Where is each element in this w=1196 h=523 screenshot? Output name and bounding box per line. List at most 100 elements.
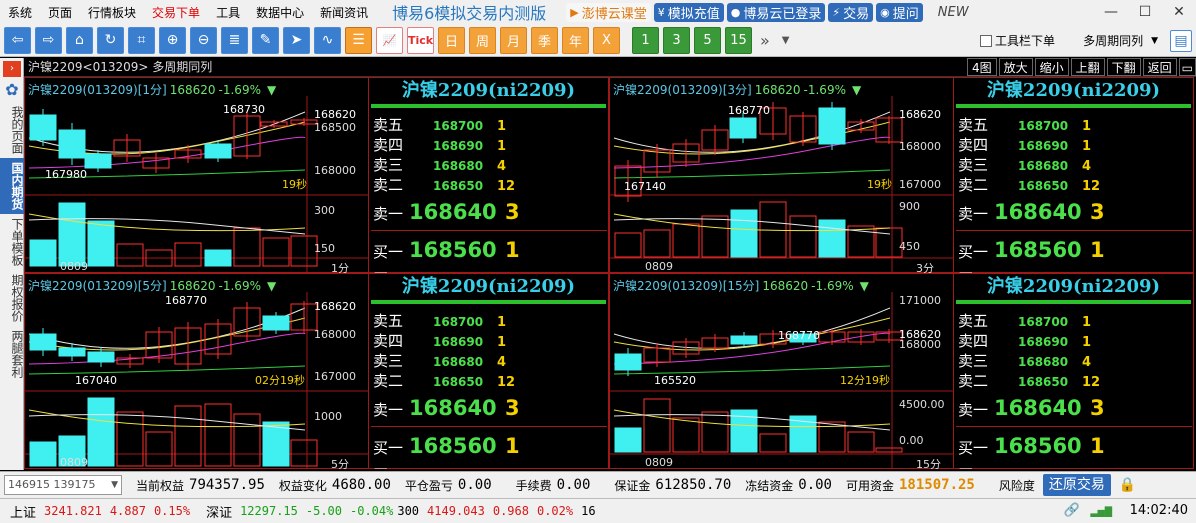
ask-row[interactable]: 卖三 168680 4: [958, 350, 1188, 370]
menu-trade-order[interactable]: 交易下单: [144, 4, 208, 21]
toolbar-order-checkbox[interactable]: [980, 34, 993, 47]
multi-period-dropdown-icon[interactable]: ▼: [1151, 36, 1158, 46]
restore-trade-button[interactable]: 还原交易: [1042, 474, 1111, 496]
period-year-button[interactable]: 年: [562, 26, 589, 54]
period-month-button[interactable]: 月: [500, 26, 527, 54]
period-quarter-button[interactable]: 季: [531, 26, 558, 54]
ask-row[interactable]: 卖五 168700 1: [373, 114, 603, 134]
cloud-class-link[interactable]: ▶ 澎博云课堂: [566, 2, 651, 22]
period-day-button[interactable]: 日: [438, 26, 465, 54]
candlestick-chart[interactable]: 沪镍2209(013209)[3分] 168620 -1.69% ▼ 168620 168…: [609, 77, 955, 273]
quote-level-price: 168640: [994, 200, 1082, 224]
period-1min-button[interactable]: 1: [632, 26, 659, 54]
quote-title[interactable]: 沪镍2209(ni2209): [369, 78, 608, 104]
ask-row[interactable]: 卖二 168650 12: [373, 370, 603, 390]
close-icon[interactable]: ✕: [1162, 0, 1196, 24]
candlestick-chart[interactable]: 沪镍2209(013209)[5分] 168620 -1.69% ▼ 168620 168…: [24, 273, 370, 469]
ask-question-button[interactable]: ◉ 提问: [876, 2, 923, 22]
line-chart-icon[interactable]: 📈: [376, 26, 403, 54]
sidebar-item-two-leg-arbitrage[interactable]: 两腿套利: [0, 326, 24, 382]
period-3min-button[interactable]: 3: [663, 26, 690, 54]
ask-row[interactable]: 卖二 168650 12: [958, 174, 1188, 194]
menu-market-sector[interactable]: 行情板块: [80, 4, 144, 21]
menu-tools[interactable]: 工具: [208, 4, 248, 21]
ask-row[interactable]: 卖一 168640 3: [373, 200, 603, 228]
ask-row[interactable]: 卖一 168640 3: [958, 200, 1188, 228]
bid-row[interactable]: 买二168550: [373, 464, 603, 469]
sidebar-item-domestic-futures[interactable]: 国内期货: [0, 158, 24, 214]
quote-title[interactable]: 沪镍2209(ni2209): [369, 274, 608, 300]
return-button[interactable]: 返回: [1142, 58, 1177, 76]
page-down-button[interactable]: 下翻: [1106, 58, 1141, 76]
zoom-in-icon[interactable]: ⊕: [159, 26, 186, 54]
draw-pen-icon[interactable]: ✎: [252, 26, 279, 54]
ask-row[interactable]: 卖四 168690 1: [373, 134, 603, 154]
expand-arrow-icon[interactable]: ›: [3, 61, 21, 77]
refresh-icon[interactable]: ↻: [97, 26, 124, 54]
quote-title[interactable]: 沪镍2209(ni2209): [954, 78, 1193, 104]
ask-row[interactable]: 卖五 168700 1: [373, 310, 603, 330]
x-axis-label: 0809: [60, 260, 88, 273]
dropdown-arrow-icon[interactable]: ▼: [782, 35, 790, 46]
candlestick-chart[interactable]: 沪镍2209(013209)[15分] 168620 -1.69% ▼ 171000 16…: [609, 273, 955, 469]
sim-recharge-button[interactable]: ¥ 模拟充值: [653, 2, 724, 22]
sidebar-item-option-quote[interactable]: 期权报价: [0, 270, 24, 326]
page-up-button[interactable]: 上翻: [1070, 58, 1105, 76]
list-view-icon[interactable]: ☰: [345, 26, 372, 54]
bid-row[interactable]: 买一 168560 1: [958, 434, 1188, 462]
period-15min-button[interactable]: 15: [725, 26, 752, 54]
ask-row[interactable]: 卖三 168680 4: [958, 154, 1188, 174]
ask-row[interactable]: 卖一 168640 3: [958, 396, 1188, 424]
ask-row[interactable]: 卖一 168640 3: [373, 396, 603, 424]
period-custom-button[interactable]: X: [593, 26, 620, 54]
ask-row[interactable]: 卖四 168690 1: [958, 330, 1188, 350]
forward-arrow-icon[interactable]: ⇨: [35, 26, 62, 54]
more-chevron-icon[interactable]: »: [760, 31, 770, 50]
menu-page[interactable]: 页面: [40, 4, 80, 21]
bid-row[interactable]: 买二168550: [958, 464, 1188, 469]
maximize-icon[interactable]: ☐: [1128, 0, 1162, 24]
ask-row[interactable]: 卖三 168680 4: [373, 154, 603, 174]
formula-icon[interactable]: ≣: [221, 26, 248, 54]
account-select[interactable]: 146915 139175 ▼: [4, 475, 122, 495]
menu-system[interactable]: 系统: [0, 4, 40, 21]
minimize-icon[interactable]: —: [1094, 0, 1128, 24]
zoom-in-button[interactable]: 放大: [998, 58, 1033, 76]
ask-row[interactable]: 卖二 168650 12: [958, 370, 1188, 390]
lock-icon[interactable]: 🔒: [1119, 477, 1136, 493]
candlestick-chart[interactable]: 沪镍2209(013209)[1分] 168620 -1.69% ▼ 168620 168…: [24, 77, 370, 273]
ask-row[interactable]: 卖二 168650 12: [373, 174, 603, 194]
quote-title[interactable]: 沪镍2209(ni2209): [954, 274, 1193, 300]
ask-row[interactable]: 卖五 168700 1: [958, 114, 1188, 134]
layout-icon[interactable]: ▤: [1170, 29, 1192, 52]
menu-news[interactable]: 新闻资讯: [312, 4, 376, 21]
gear-icon[interactable]: ✿: [0, 80, 24, 102]
period-week-button[interactable]: 周: [469, 26, 496, 54]
crop-icon[interactable]: ⌗: [128, 26, 155, 54]
cloud-login-button[interactable]: ● 博易云已登录: [726, 2, 826, 22]
ask-row[interactable]: 卖四 168690 1: [373, 330, 603, 350]
home-icon[interactable]: ⌂: [66, 26, 93, 54]
bid-row[interactable]: 买一 168560 1: [373, 238, 603, 266]
zoom-out-icon[interactable]: ⊖: [190, 26, 217, 54]
menu-data-center[interactable]: 数据中心: [248, 4, 312, 21]
bid-row[interactable]: 买一 168560 1: [373, 434, 603, 462]
ask-row[interactable]: 卖五 168700 1: [958, 310, 1188, 330]
tick-button[interactable]: Tick: [407, 26, 434, 54]
indicator-icon[interactable]: ∿: [314, 26, 341, 54]
ask-row[interactable]: 卖四 168690 1: [958, 134, 1188, 154]
cursor-icon[interactable]: ➤: [283, 26, 310, 54]
four-charts-button[interactable]: 4图: [966, 58, 997, 76]
quote-level-volume: 12: [1082, 375, 1101, 390]
trade-button[interactable]: ⚡ 交易: [828, 2, 874, 22]
back-arrow-icon[interactable]: ⇦: [4, 26, 31, 54]
sidebar-item-order-template[interactable]: 下单模板: [0, 214, 24, 270]
sidebar-item-my-page[interactable]: 我的页面: [0, 102, 24, 158]
link-icon[interactable]: 🔗: [1064, 503, 1080, 518]
restore-window-icon[interactable]: ▭: [1178, 58, 1196, 76]
multi-period-label[interactable]: 多周期同列: [1083, 32, 1143, 49]
zoom-out-button[interactable]: 缩小: [1034, 58, 1069, 76]
bid-row[interactable]: 买一 168560 1: [958, 238, 1188, 266]
ask-row[interactable]: 卖三 168680 4: [373, 350, 603, 370]
period-5min-button[interactable]: 5: [694, 26, 721, 54]
